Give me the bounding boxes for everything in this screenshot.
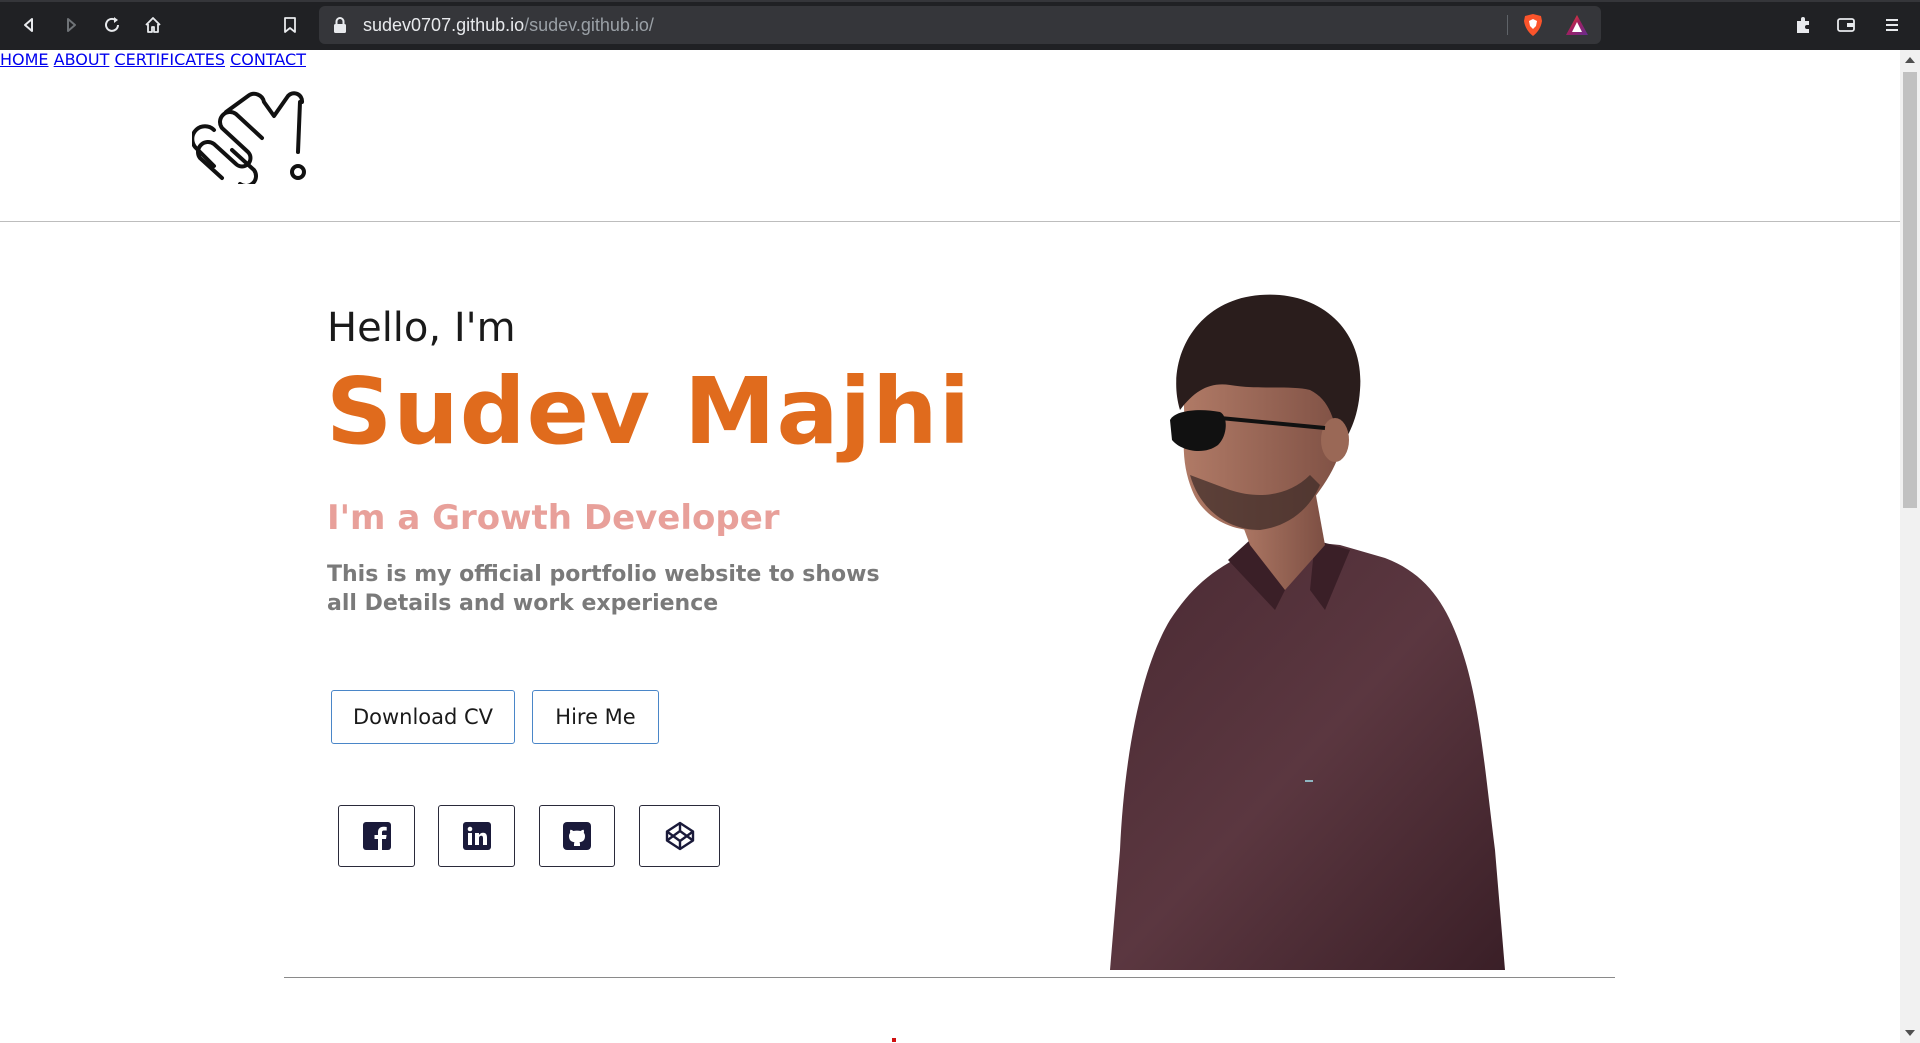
wallet-button[interactable] [1831,11,1861,39]
scroll-indicator [892,1038,896,1042]
bookmark-button[interactable] [275,11,305,39]
hero-greeting: Hello, I'm [327,305,516,351]
page-viewport: HOME ABOUT CERTIFICATES CONTACT Hello, I… [0,50,1900,1043]
url-path: /sudev.github.io/ [524,15,654,35]
site-header: HOME ABOUT CERTIFICATES CONTACT [0,50,1900,222]
hero-name: Sudev Majhi [326,358,972,465]
reload-button[interactable] [97,11,127,39]
section-divider [284,977,1615,978]
url-separator [1507,15,1508,35]
hero-description: This is my official portfolio website to… [327,562,880,616]
home-icon [145,17,161,33]
linkedin-icon [462,822,491,850]
back-button[interactable] [14,11,44,39]
nav-contact[interactable]: CONTACT [230,50,306,69]
scroll-down-arrow-icon[interactable] [1905,1030,1915,1036]
url-domain: sudev0707.github.io [363,15,525,35]
reload-icon [105,17,119,32]
facebook-icon [362,822,391,850]
codepen-icon [665,821,694,851]
scrollbar-thumb[interactable] [1903,72,1917,508]
home-button[interactable] [138,11,168,39]
page-scrollbar[interactable] [1900,50,1920,1043]
nav-home[interactable]: HOME [0,50,49,69]
menu-button[interactable] [1877,11,1907,39]
brave-rewards-icon[interactable] [1565,14,1589,36]
linkedin-link[interactable] [438,805,515,867]
hamburger-icon [1886,19,1898,31]
wallet-icon [1837,18,1855,32]
browser-toolbar: sudev0707.github.io/sudev.github.io/ [0,0,1920,50]
codepen-link[interactable] [639,805,720,867]
lock-icon [334,17,346,33]
download-cv-button[interactable]: Download CV [331,690,515,744]
url-text: sudev0707.github.io/sudev.github.io/ [363,15,654,36]
github-icon [563,822,591,850]
nav-about[interactable]: ABOUT [54,50,110,69]
brave-shields-icon[interactable] [1522,13,1544,37]
back-icon [24,18,33,32]
sm-logo[interactable] [192,88,314,184]
address-bar[interactable]: sudev0707.github.io/sudev.github.io/ [319,6,1601,44]
tab-strip-edge [0,0,1920,2]
forward-button[interactable] [56,11,86,39]
scroll-up-arrow-icon[interactable] [1905,57,1915,63]
nav-certificates[interactable]: CERTIFICATES [114,50,225,69]
hero-role: I'm a Growth Developer [327,498,780,538]
extensions-button[interactable] [1788,11,1818,39]
profile-photo [1110,294,1505,970]
github-link[interactable] [539,805,615,867]
bookmark-icon [284,17,296,33]
hire-me-button[interactable]: Hire Me [532,690,659,744]
facebook-link[interactable] [338,805,415,867]
forward-icon [67,18,76,32]
puzzle-icon [1797,17,1809,33]
